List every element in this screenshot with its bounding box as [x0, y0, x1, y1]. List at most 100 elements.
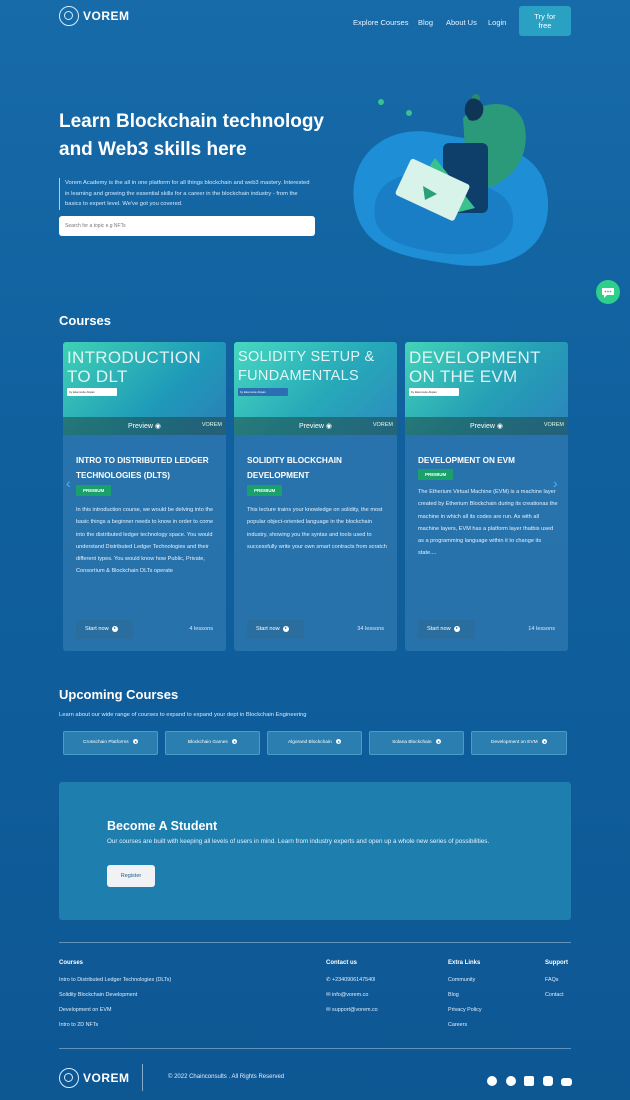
- hero-description: Vorem Academy is the all in one platform…: [59, 178, 315, 210]
- start-now-label: Start now: [256, 626, 280, 632]
- footer-divider: [59, 942, 571, 943]
- eye-icon: ◉: [496, 423, 503, 430]
- logo-icon: [59, 6, 79, 26]
- thumb-author: by Ekemode Akpan: [67, 388, 117, 396]
- arrow-right-icon: [435, 739, 441, 745]
- course-card[interactable]: DEVELOPMENT ON THE EVM by Ekemode Akpan …: [405, 342, 568, 651]
- footer-course-link[interactable]: Intro to Distributed Ledger Technologies…: [59, 977, 171, 983]
- courses-title: Courses: [59, 313, 112, 328]
- course-description: The Etherium Virtual Machine (EVM) is a …: [418, 489, 558, 557]
- preview-text: Preview: [299, 423, 324, 430]
- facebook-icon[interactable]: [487, 1073, 497, 1091]
- thumb-brand: VOREM: [372, 422, 393, 428]
- footer-extra-link[interactable]: Community: [448, 977, 475, 983]
- premium-badge: PREMIUM: [247, 485, 283, 496]
- chat-button[interactable]: [596, 280, 620, 304]
- thumb-brand: VOREM: [543, 422, 564, 428]
- premium-badge: PREMIUM: [76, 485, 112, 496]
- mail-icon: ✉: [326, 992, 331, 998]
- register-button[interactable]: Register: [107, 865, 155, 887]
- footer-email-text: info@vorem.co: [332, 992, 369, 998]
- upcoming-course-label: Algorand Blockchain: [287, 740, 332, 745]
- upcoming-course-button[interactable]: Crosschain Platforms: [63, 731, 158, 755]
- course-description: In this introduction course, we would be…: [76, 507, 214, 575]
- upcoming-course-button[interactable]: Algorand Blockchain: [267, 731, 362, 755]
- twitter-icon[interactable]: [506, 1073, 516, 1091]
- course-thumbnail[interactable]: INTRODUCTION TO DLT by Ekemode Akpan Pre…: [63, 342, 226, 435]
- footer-extra-link[interactable]: Careers: [448, 1022, 467, 1028]
- search-input[interactable]: Search for a topic e.g NFTs: [59, 216, 315, 236]
- nav-explore-courses[interactable]: Explore Courses: [353, 12, 408, 30]
- nav-login[interactable]: Login: [488, 12, 506, 30]
- footer-email-support[interactable]: ✉ support@vorem.co: [326, 1007, 378, 1013]
- become-student-section: Become A Student Our courses are built w…: [59, 782, 571, 920]
- nav-link-text[interactable]: Login: [488, 18, 506, 27]
- footer-extra-link[interactable]: Privacy Policy: [448, 1007, 482, 1013]
- upcoming-course-button[interactable]: Blockchain Games: [165, 731, 260, 755]
- eye-icon: ◉: [325, 423, 332, 430]
- preview-bar[interactable]: Preview ◉ VOREM: [405, 417, 568, 435]
- course-thumbnail[interactable]: SOLIDITY SETUP & FUNDAMENTALS by Ekemode…: [234, 342, 397, 435]
- youtube-icon[interactable]: [561, 1073, 572, 1091]
- nav-link-text[interactable]: About Us: [446, 18, 477, 27]
- arrow-right-icon: [336, 739, 342, 745]
- lesson-count: 14 lessons: [528, 626, 555, 632]
- upcoming-course-label: Solana Blockchain: [392, 740, 432, 745]
- upcoming-subtitle: Learn about our wide range of courses to…: [59, 712, 307, 718]
- nav-link-text[interactable]: Explore Courses: [353, 18, 408, 27]
- thumb-title: INTRODUCTION TO DLT: [67, 348, 201, 386]
- nav-about-us[interactable]: About Us: [446, 12, 477, 30]
- logo-icon: [59, 1068, 79, 1088]
- start-now-label: Start now: [85, 626, 109, 632]
- start-now-button[interactable]: Start now: [418, 620, 475, 639]
- thumb-author: by Ekemode Akpan: [409, 388, 459, 396]
- footer-course-link[interactable]: Development on EVM: [59, 1007, 111, 1013]
- preview-bar[interactable]: Preview ◉ VOREM: [63, 417, 226, 435]
- footer-support-title: Support: [545, 960, 568, 966]
- footer-course-link[interactable]: Intro to 2D NFTs: [59, 1022, 98, 1028]
- course-thumbnail[interactable]: DEVELOPMENT ON THE EVM by Ekemode Akpan …: [405, 342, 568, 435]
- hero-illustration: [353, 94, 549, 266]
- chat-icon: [602, 288, 614, 298]
- footer-support-link[interactable]: FAQs: [545, 977, 558, 983]
- footer-logo[interactable]: VOREM: [59, 1068, 130, 1088]
- brand-logo[interactable]: VOREM: [59, 6, 130, 26]
- footer-support-link[interactable]: Contact: [545, 992, 564, 998]
- footer-extra-link[interactable]: Blog: [448, 992, 459, 998]
- nav-blog[interactable]: Blog: [418, 12, 433, 30]
- footer-courses-title: Courses: [59, 960, 84, 966]
- footer-phone-text: +2340906147540l: [332, 977, 376, 983]
- course-card[interactable]: INTRODUCTION TO DLT by Ekemode Akpan Pre…: [63, 342, 226, 651]
- start-now-button[interactable]: Start now: [76, 620, 133, 639]
- footer-brand-name: VOREM: [83, 1071, 130, 1085]
- upcoming-course-label: Crosschain Platforms: [83, 740, 129, 745]
- footer-contact-title: Contact us: [326, 960, 358, 966]
- hero-title-line2: and Web3 skills here: [59, 139, 247, 160]
- footer-separator: [142, 1064, 143, 1091]
- arrow-right-icon: [542, 739, 547, 745]
- thumb-author: by Ekemode Akpan: [238, 388, 288, 396]
- footer-course-link[interactable]: Solidity Blockchain Development: [59, 992, 137, 998]
- upcoming-course-button[interactable]: Development on EVM: [471, 731, 567, 755]
- course-title: SOLIDITY BLOCKCHAIN DEVELOPMENT: [247, 456, 342, 480]
- instagram-icon[interactable]: [543, 1073, 553, 1091]
- footer-email-info[interactable]: ✉ info@vorem.co: [326, 992, 368, 998]
- course-card[interactable]: SOLIDITY SETUP & FUNDAMENTALS by Ekemode…: [234, 342, 397, 651]
- nav-link-text[interactable]: Blog: [418, 18, 433, 27]
- upcoming-course-label: Development on EVM: [490, 740, 538, 745]
- phone-icon: ✆: [326, 977, 331, 983]
- preview-bar[interactable]: Preview ◉ VOREM: [234, 417, 397, 435]
- chevron-left-icon[interactable]: ‹: [66, 475, 71, 491]
- thumb-title: SOLIDITY SETUP & FUNDAMENTALS: [238, 349, 375, 384]
- footer-phone[interactable]: ✆ +2340906147540l: [326, 977, 375, 983]
- chevron-right-icon[interactable]: ›: [553, 475, 558, 491]
- hero-title-line1: Learn Blockchain technology: [59, 111, 324, 132]
- upcoming-course-button[interactable]: Solana Blockchain: [369, 731, 464, 755]
- start-now-button[interactable]: Start now: [247, 620, 304, 639]
- course-title: INTRO TO DISTRIBUTED LEDGER TECHNOLOGIES…: [76, 456, 209, 480]
- lesson-count: 34 lessons: [357, 626, 384, 632]
- footer-email-text: support@vorem.co: [332, 1007, 378, 1013]
- lesson-count: 4 lessons: [189, 626, 213, 632]
- try-for-free-button[interactable]: Try for free: [519, 6, 571, 36]
- linkedin-icon[interactable]: [524, 1073, 534, 1091]
